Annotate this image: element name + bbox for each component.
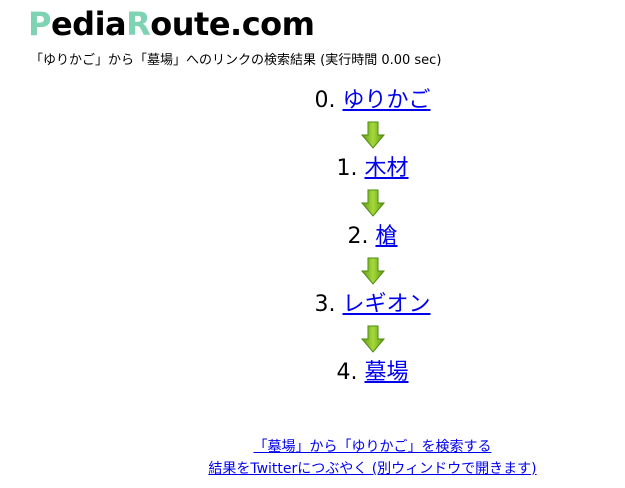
step-number: 4. bbox=[336, 360, 358, 385]
search-summary: 「ゆりかご」から「墓場」へのリンクの検索結果 (実行時間 0.00 sec) bbox=[30, 53, 442, 68]
reverse-search-link[interactable]: 「墓場」から「ゆりかご」を検索する bbox=[254, 436, 492, 458]
logo-text-oute: oute.com bbox=[150, 5, 315, 43]
step-number: 0. bbox=[314, 88, 336, 113]
step-link-yari[interactable]: 槍 bbox=[375, 224, 397, 249]
down-arrow-icon bbox=[360, 325, 385, 353]
route-path: 0. ゆりかご 1. 木材 2. 槍 3. レギオン 4. 墓場 bbox=[0, 84, 625, 390]
route-step-2: 2. 槍 bbox=[347, 220, 397, 254]
logo-text-edia: edia bbox=[50, 5, 127, 43]
footer-links: 「墓場」から「ゆりかご」を検索する 結果をTwitterにつぶやく (別ウィンド… bbox=[0, 436, 625, 480]
down-arrow-icon bbox=[360, 257, 385, 285]
logo-letter-r: R bbox=[126, 5, 151, 43]
down-arrow-icon bbox=[360, 189, 385, 217]
step-number: 3. bbox=[314, 292, 336, 317]
route-step-3: 3. レギオン bbox=[314, 288, 430, 322]
route-step-4: 4. 墓場 bbox=[336, 356, 408, 390]
twitter-share-link[interactable]: 結果をTwitterにつぶやく (別ウィンドウで開きます) bbox=[208, 458, 536, 480]
route-step-0: 0. ゆりかご bbox=[314, 84, 430, 118]
step-link-hakaba[interactable]: 墓場 bbox=[364, 360, 408, 385]
step-link-mokuzai[interactable]: 木材 bbox=[364, 156, 408, 181]
route-step-1: 1. 木材 bbox=[336, 152, 408, 186]
step-link-yurikago[interactable]: ゆりかご bbox=[342, 88, 430, 113]
down-arrow-icon bbox=[360, 121, 385, 149]
logo-letter-p: P bbox=[28, 5, 51, 43]
step-number: 2. bbox=[347, 224, 369, 249]
step-number: 1. bbox=[336, 156, 358, 181]
site-logo[interactable]: PediaRoute.com bbox=[28, 2, 315, 46]
step-link-legion[interactable]: レギオン bbox=[342, 292, 430, 317]
